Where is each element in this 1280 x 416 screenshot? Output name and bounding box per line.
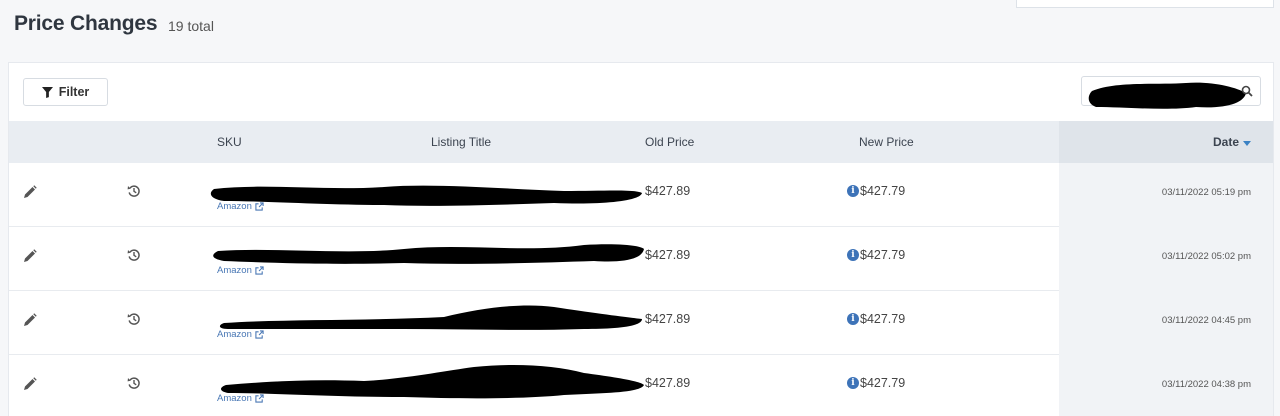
column-date-label: Date (1212, 135, 1239, 149)
table-row: Amazon $427.89 i $427.79 03/11/2022 04:3… (9, 355, 1273, 416)
external-link-icon (255, 202, 264, 211)
new-price: i $427.79 (847, 312, 905, 326)
old-price: $427.89 (645, 376, 691, 390)
marketplace-label: Amazon (217, 265, 252, 276)
redaction-mark (221, 365, 644, 399)
edit-icon[interactable] (23, 377, 37, 391)
history-icon[interactable] (127, 312, 141, 326)
column-new-price[interactable]: New Price (859, 135, 914, 149)
external-link-icon (255, 330, 264, 339)
filter-button[interactable]: Filter (23, 78, 108, 106)
column-old-price[interactable]: Old Price (645, 135, 694, 149)
page: Price Changes 19 total Filter SKU Listin… (0, 0, 1280, 416)
filter-label: Filter (58, 85, 90, 99)
history-icon[interactable] (127, 376, 141, 390)
top-right-panel (1016, 0, 1274, 8)
table-row: Amazon $427.89 i $427.79 03/11/2022 05:1… (9, 163, 1273, 227)
filter-icon (41, 86, 53, 98)
column-listing-title[interactable]: Listing Title (431, 135, 491, 149)
column-date-cell: Date (1059, 121, 1273, 163)
sort-desc-icon (1243, 140, 1251, 146)
page-title: Price Changes (14, 12, 158, 35)
history-icon[interactable] (127, 184, 141, 198)
change-date: 03/11/2022 05:02 pm (1161, 251, 1251, 262)
redaction-mark (210, 185, 642, 206)
column-sku[interactable]: SKU (217, 135, 242, 149)
change-date: 03/11/2022 05:19 pm (1161, 187, 1251, 198)
table-row: Amazon $427.89 i $427.79 03/11/2022 05:0… (9, 227, 1273, 291)
redaction-mark (1088, 82, 1246, 109)
edit-icon[interactable] (23, 185, 37, 199)
table-header: SKU Listing Title Old Price New Price Da… (9, 121, 1273, 163)
price-changes-card: Filter SKU Listing Title Old Price New P… (8, 62, 1274, 416)
info-icon[interactable]: i (847, 313, 859, 325)
new-price: i $427.79 (847, 376, 905, 390)
new-price-value: $427.79 (860, 312, 906, 326)
marketplace-label: Amazon (217, 201, 252, 212)
redaction-mark (213, 244, 644, 264)
column-date[interactable]: Date (1213, 135, 1251, 149)
search-input[interactable] (1081, 76, 1261, 109)
search-icon (1241, 85, 1253, 97)
amazon-link[interactable]: Amazon (217, 393, 264, 404)
old-price: $427.89 (645, 248, 691, 262)
change-date: 03/11/2022 04:38 pm (1161, 379, 1251, 390)
edit-icon[interactable] (23, 313, 37, 327)
change-date: 03/11/2022 04:45 pm (1161, 315, 1251, 326)
table-row: Amazon $427.89 i $427.79 03/11/2022 04:4… (9, 291, 1273, 355)
new-price-value: $427.79 (860, 376, 906, 390)
history-icon[interactable] (127, 248, 141, 262)
edit-icon[interactable] (23, 249, 37, 263)
info-icon[interactable]: i (847, 377, 859, 389)
redaction-mark (219, 305, 642, 330)
new-price: i $427.79 (847, 248, 905, 262)
info-icon[interactable]: i (847, 185, 859, 197)
external-link-icon (255, 394, 264, 403)
amazon-link[interactable]: Amazon (217, 201, 264, 212)
amazon-link[interactable]: Amazon (217, 265, 264, 276)
new-price-value: $427.79 (860, 248, 906, 262)
old-price: $427.89 (645, 184, 691, 198)
marketplace-label: Amazon (217, 329, 252, 340)
total-count: 19 total (168, 18, 214, 34)
new-price: i $427.79 (847, 184, 905, 198)
old-price: $427.89 (645, 312, 691, 326)
marketplace-label: Amazon (217, 393, 252, 404)
info-icon[interactable]: i (847, 249, 859, 261)
external-link-icon (255, 266, 264, 275)
new-price-value: $427.79 (860, 184, 906, 198)
amazon-link[interactable]: Amazon (217, 329, 264, 340)
